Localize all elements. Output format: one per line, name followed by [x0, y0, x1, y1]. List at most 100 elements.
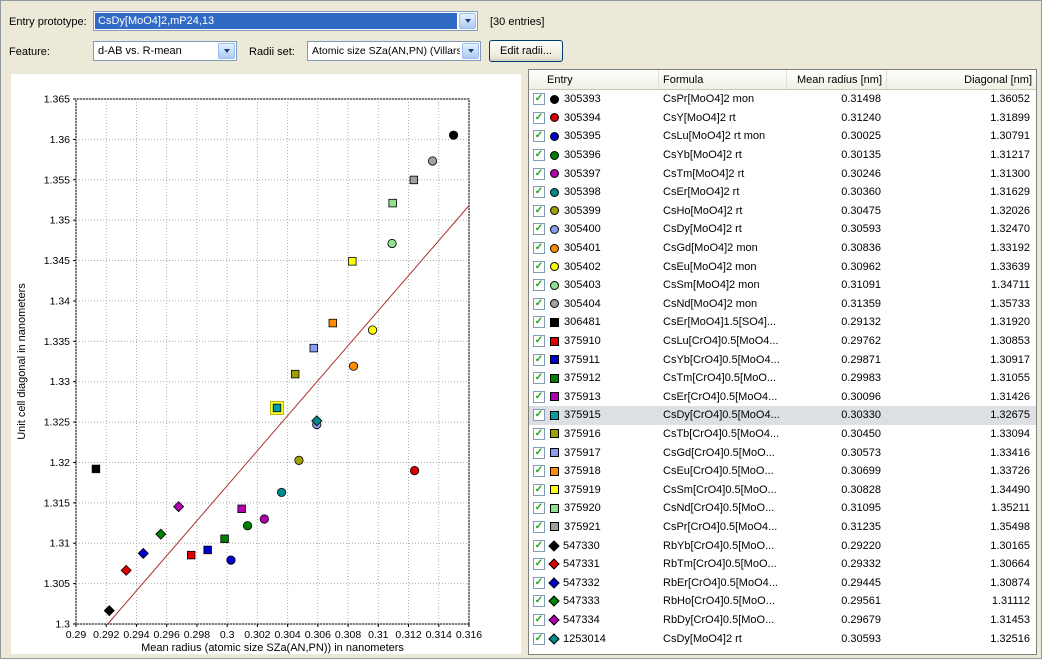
table-row[interactable]: ✓305396CsYb[MoO4]2 rt0.301351.31217	[529, 146, 1036, 165]
column-header-diagonal[interactable]: Diagonal [nm]	[887, 70, 1036, 89]
column-header-mean-radius[interactable]: Mean radius [nm]	[787, 70, 887, 89]
row-checkbox[interactable]: ✓	[533, 261, 545, 273]
table-row[interactable]: ✓305398CsEr[MoO4]2 rt0.303601.31629	[529, 183, 1036, 202]
edit-radii-button[interactable]: Edit radii...	[489, 40, 563, 62]
table-row[interactable]: ✓375918CsEu[CrO4]0.5[MoO...0.306991.3372…	[529, 462, 1036, 481]
data-point[interactable]	[243, 522, 251, 530]
row-checkbox[interactable]: ✓	[533, 298, 545, 310]
table-row[interactable]: ✓547333RbHo[CrO4]0.5[MoO...0.295611.3111…	[529, 592, 1036, 611]
row-checkbox[interactable]: ✓	[533, 409, 545, 421]
data-point[interactable]	[291, 370, 299, 378]
table-row[interactable]: ✓375913CsEr[CrO4]0.5[MoO4...0.300961.314…	[529, 388, 1036, 407]
feature-select[interactable]: d-AB vs. R-mean	[93, 41, 237, 61]
data-point[interactable]	[428, 157, 436, 165]
entry-id: 375918	[564, 465, 601, 477]
row-checkbox[interactable]: ✓	[533, 149, 545, 161]
row-checkbox[interactable]: ✓	[533, 521, 545, 533]
row-checkbox[interactable]: ✓	[533, 447, 545, 459]
row-checkbox[interactable]: ✓	[533, 484, 545, 496]
row-checkbox[interactable]: ✓	[533, 633, 545, 645]
row-checkbox[interactable]: ✓	[533, 577, 545, 589]
feature-value: d-AB vs. R-mean	[95, 43, 216, 59]
chevron-down-icon[interactable]	[459, 13, 476, 29]
row-checkbox[interactable]: ✓	[533, 540, 545, 552]
row-checkbox[interactable]: ✓	[533, 614, 545, 626]
data-point[interactable]	[260, 515, 268, 523]
data-point[interactable]	[310, 344, 318, 352]
data-point[interactable]	[204, 546, 212, 554]
row-checkbox[interactable]: ✓	[533, 93, 545, 105]
table-row[interactable]: ✓305401CsGd[MoO4]2 mon0.308361.33192	[529, 239, 1036, 258]
table-row[interactable]: ✓375911CsYb[CrO4]0.5[MoO4...0.298711.309…	[529, 350, 1036, 369]
table-row[interactable]: ✓305395CsLu[MoO4]2 rt mon0.300251.30791	[529, 127, 1036, 146]
table-row[interactable]: ✓375920CsNd[CrO4]0.5[MoO...0.310951.3521…	[529, 499, 1036, 518]
data-point[interactable]	[273, 404, 281, 412]
row-checkbox[interactable]: ✓	[533, 112, 545, 124]
data-point[interactable]	[277, 488, 285, 496]
column-header-entry[interactable]: Entry	[529, 70, 659, 89]
table-row[interactable]: ✓305404CsNd[MoO4]2 mon0.313591.35733	[529, 295, 1036, 314]
table-row[interactable]: ✓375912CsTm[CrO4]0.5[MoO...0.299831.3105…	[529, 369, 1036, 388]
table-row[interactable]: ✓375910CsLu[CrO4]0.5[MoO4...0.297621.308…	[529, 332, 1036, 351]
row-checkbox[interactable]: ✓	[533, 391, 545, 403]
data-point[interactable]	[410, 176, 418, 184]
row-checkbox[interactable]: ✓	[533, 595, 545, 607]
table-row[interactable]: ✓305400CsDy[MoO4]2 rt0.305931.32470	[529, 220, 1036, 239]
row-checkbox[interactable]: ✓	[533, 205, 545, 217]
column-header-formula[interactable]: Formula	[659, 70, 787, 89]
data-point[interactable]	[349, 258, 357, 266]
entry-id: 1253014	[563, 633, 606, 645]
row-checkbox[interactable]: ✓	[533, 186, 545, 198]
data-point[interactable]	[187, 551, 195, 559]
table-row[interactable]: ✓306481CsEr[MoO4]1.5[SO4]...0.291321.319…	[529, 313, 1036, 332]
data-point[interactable]	[221, 535, 229, 543]
table-row[interactable]: ✓305397CsTm[MoO4]2 rt0.302461.31300	[529, 164, 1036, 183]
table-row[interactable]: ✓305393CsPr[MoO4]2 mon0.314981.36052	[529, 90, 1036, 109]
table-row[interactable]: ✓547334RbDy[CrO4]0.5[MoO...0.296791.3145…	[529, 611, 1036, 630]
table-row[interactable]: ✓375915CsDy[CrO4]0.5[MoO4...0.303301.326…	[529, 406, 1036, 425]
formula-cell: CsSm[MoO4]2 mon	[659, 279, 787, 291]
chevron-down-icon[interactable]	[218, 43, 235, 59]
data-point[interactable]	[349, 362, 357, 370]
table-row[interactable]: ✓547330RbYb[CrO4]0.5[MoO...0.292201.3016…	[529, 536, 1036, 555]
table-row[interactable]: ✓547331RbTm[CrO4]0.5[MoO...0.293321.3066…	[529, 555, 1036, 574]
table-row[interactable]: ✓305394CsY[MoO4]2 rt0.312401.31899	[529, 109, 1036, 128]
row-checkbox[interactable]: ✓	[533, 502, 545, 514]
row-checkbox[interactable]: ✓	[533, 168, 545, 180]
table-row[interactable]: ✓305402CsEu[MoO4]2 mon0.309621.33639	[529, 257, 1036, 276]
data-point[interactable]	[92, 465, 100, 473]
chevron-down-icon[interactable]	[462, 43, 479, 59]
data-point[interactable]	[227, 556, 235, 564]
row-checkbox[interactable]: ✓	[533, 242, 545, 254]
data-point[interactable]	[368, 326, 376, 334]
data-point[interactable]	[389, 199, 397, 207]
data-point[interactable]	[410, 466, 418, 474]
row-checkbox[interactable]: ✓	[533, 130, 545, 142]
row-checkbox[interactable]: ✓	[533, 428, 545, 440]
table-row[interactable]: ✓375921CsPr[CrO4]0.5[MoO4...0.312351.354…	[529, 518, 1036, 537]
table-row[interactable]: ✓375917CsGd[CrO4]0.5[MoO...0.305731.3341…	[529, 443, 1036, 462]
data-point[interactable]	[449, 131, 457, 139]
row-checkbox[interactable]: ✓	[533, 279, 545, 291]
table-row[interactable]: ✓305403CsSm[MoO4]2 mon0.310911.34711	[529, 276, 1036, 295]
entry-prototype-select[interactable]: CsDy[MoO4]2,mP24,13	[93, 11, 478, 31]
row-checkbox[interactable]: ✓	[533, 558, 545, 570]
row-checkbox[interactable]: ✓	[533, 465, 545, 477]
row-checkbox[interactable]: ✓	[533, 354, 545, 366]
data-point[interactable]	[329, 319, 337, 327]
row-checkbox[interactable]: ✓	[533, 223, 545, 235]
row-checkbox[interactable]: ✓	[533, 316, 545, 328]
row-checkbox[interactable]: ✓	[533, 335, 545, 347]
radii-set-select[interactable]: Atomic size SZa(AN,PN) (Villars et al.)	[307, 41, 481, 61]
data-point[interactable]	[295, 456, 303, 464]
row-checkbox[interactable]: ✓	[533, 372, 545, 384]
scatter-plot-svg[interactable]: 0.290.2920.2940.2960.2980.30.3020.3040.3…	[11, 74, 521, 654]
table-row[interactable]: ✓375916CsTb[CrO4]0.5[MoO4...0.304501.330…	[529, 425, 1036, 444]
table-row[interactable]: ✓1253014CsDy[MoO4]2 rt0.305931.32516	[529, 629, 1036, 648]
table-row[interactable]: ✓375919CsSm[CrO4]0.5[MoO...0.308281.3449…	[529, 480, 1036, 499]
table-row[interactable]: ✓305399CsHo[MoO4]2 rt0.304751.32026	[529, 202, 1036, 221]
data-point[interactable]	[238, 505, 246, 513]
data-point[interactable]	[388, 239, 396, 247]
table-row[interactable]: ✓547332RbEr[CrO4]0.5[MoO4...0.294451.308…	[529, 573, 1036, 592]
entry-cell: ✓305400	[529, 223, 659, 235]
